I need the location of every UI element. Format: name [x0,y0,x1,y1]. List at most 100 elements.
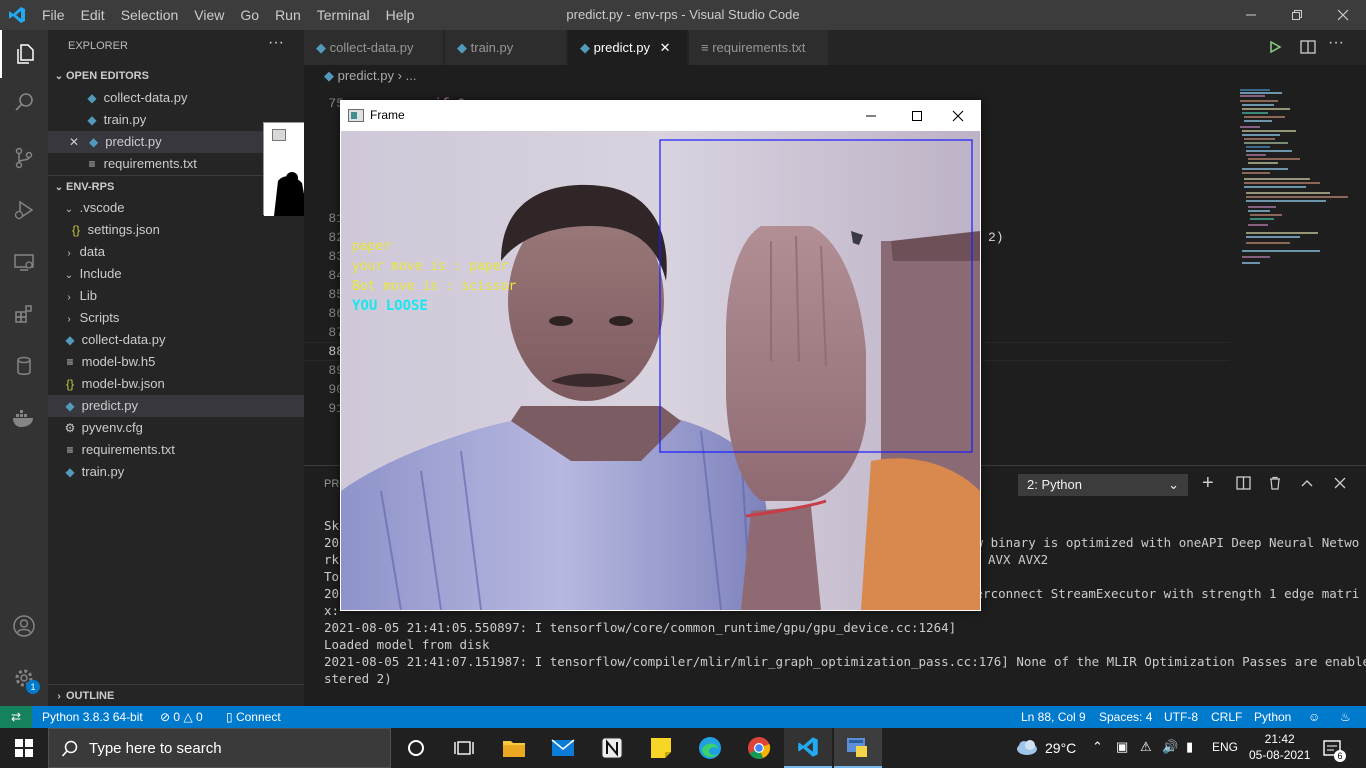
taskbar-search[interactable]: Type here to search [48,728,391,768]
frame-close-button[interactable] [935,100,981,131]
tree-item[interactable]: › Scripts [48,307,304,329]
volume-icon[interactable]: 🔊 [1162,739,1178,755]
language-mode[interactable]: Python [1254,706,1291,728]
line-ending[interactable]: CRLF [1211,706,1242,728]
maximize-panel-button[interactable] [1300,476,1314,490]
terminal-select[interactable]: 2: Python ⌄ [1018,474,1188,496]
run-debug-activity[interactable] [0,186,48,234]
mail-app[interactable] [539,728,587,768]
file-explorer-app[interactable] [490,728,538,768]
menu-run[interactable]: Run [267,7,309,23]
feedback-button[interactable]: ☺ [1308,706,1320,728]
menu-terminal[interactable]: Terminal [309,7,378,23]
tree-item[interactable]: ⌄ Include [48,263,304,285]
notion-app[interactable] [588,728,636,768]
tree-item[interactable]: › Lib [48,285,304,307]
notifications-button[interactable]: ♨ [1340,706,1351,728]
tab-collect-data[interactable]: ◆ collect-data.py [304,30,444,65]
tree-item[interactable]: ◆ train.py [48,461,304,483]
tab-train[interactable]: ◆ train.py [445,30,567,65]
tree-item[interactable]: ⚙ pyvenv.cfg [48,417,304,439]
tray-chevron-up-icon[interactable]: ⌃ [1092,739,1103,755]
close-icon[interactable]: ✕ [660,40,671,55]
close-icon[interactable]: ✕ [66,131,82,153]
status-bar: ⇄ Python 3.8.3 64-bit ⊘ 0 △ 0 ▯ Connect … [0,706,1366,728]
menu-go[interactable]: Go [232,7,267,23]
cortana-button[interactable] [392,728,440,768]
tree-item[interactable]: › data [48,241,304,263]
weather-widget[interactable] [1016,738,1038,756]
frame-maximize-button[interactable] [894,100,940,131]
minimap[interactable] [1230,87,1358,465]
menu-help[interactable]: Help [378,7,423,23]
breadcrumb-rest[interactable]: ... [406,68,417,83]
encoding[interactable]: UTF-8 [1164,706,1198,728]
split-editor-button[interactable] [1300,40,1316,54]
close-panel-button[interactable] [1333,476,1347,490]
breadcrumb-file[interactable]: predict.py [338,68,394,83]
search-icon [12,90,36,114]
split-terminal-button[interactable] [1236,476,1252,490]
clock[interactable]: 21:42 05-08-2021 [1249,732,1310,762]
minimize-button[interactable] [1228,0,1274,30]
tree-item[interactable]: ≡ requirements.txt [48,439,304,461]
open-editor-label: collect-data.py [103,90,188,105]
restore-button[interactable] [1274,0,1320,30]
open-editors-section[interactable]: ⌄ OPEN EDITORS [48,65,304,87]
source-control-activity[interactable] [0,134,48,182]
tree-item[interactable]: {} settings.json [48,219,304,241]
docker-activity[interactable] [0,394,48,442]
remote-indicator[interactable]: ⇄ [0,706,32,728]
action-center-button[interactable]: 6 [1322,738,1346,762]
outline-section[interactable]: › OUTLINE [48,684,304,706]
menu-view[interactable]: View [186,7,232,23]
indentation[interactable]: Spaces: 4 [1099,706,1152,728]
battery-icon[interactable]: ▮ [1186,739,1193,755]
tree-item[interactable]: ≡ model-bw.h5 [48,351,304,373]
tree-item-label: model-bw.json [81,376,165,391]
input-language[interactable]: ENG [1212,740,1238,754]
remote-explorer-activity[interactable] [0,238,48,286]
tray-app-icon[interactable]: ▣ [1116,739,1128,755]
close-window-button[interactable] [1320,0,1366,30]
tree-item[interactable]: ◆ collect-data.py [48,329,304,351]
explorer-activity[interactable] [0,30,48,78]
tree-item-selected[interactable]: ◆ predict.py [48,395,304,417]
task-view-button[interactable] [440,728,488,768]
chrome-app[interactable] [735,728,783,768]
frame-minimize-button[interactable] [848,100,894,131]
python-app[interactable] [834,728,882,768]
sticky-notes-app[interactable] [637,728,685,768]
accounts-activity[interactable] [0,602,48,650]
problems-status[interactable]: ⊘ 0 △ 0 [160,706,203,728]
menu-edit[interactable]: Edit [73,7,113,23]
tree-item-label: settings.json [87,222,160,237]
minimize-icon [866,115,876,116]
tab-predict[interactable]: ◆ predict.py ✕ [568,30,688,65]
close-icon [1334,477,1346,489]
python-interpreter[interactable]: Python 3.8.3 64-bit [42,706,143,728]
new-terminal-button[interactable]: + [1202,473,1214,493]
connect-status[interactable]: ▯ Connect [226,706,281,728]
extensions-activity[interactable] [0,290,48,338]
open-editor-item[interactable]: ◆ collect-data.py [48,87,304,109]
run-file-button[interactable] [1268,40,1282,54]
tree-item[interactable]: {} model-bw.json [48,373,304,395]
edge-app[interactable] [686,728,734,768]
start-button[interactable] [0,728,48,768]
manage-activity[interactable]: 1 [0,654,48,702]
search-activity[interactable] [0,78,48,126]
vscode-app[interactable] [784,728,832,768]
tray-alert-icon[interactable]: ⚠ [1140,739,1152,755]
tab-requirements[interactable]: ≡ requirements.txt [689,30,829,65]
editor-more-button[interactable]: ··· [1328,34,1344,52]
frame-title-bar[interactable]: Frame [340,100,981,131]
menu-selection[interactable]: Selection [113,7,187,23]
database-activity[interactable] [0,342,48,390]
menu-file[interactable]: File [34,7,73,23]
more-actions-button[interactable]: ··· [268,34,284,52]
frame-window[interactable]: Frame paper your move is: paper Bot mov… [340,100,981,611]
kill-terminal-button[interactable] [1268,476,1282,490]
vscode-icon [798,737,818,757]
cursor-position[interactable]: Ln 88, Col 9 [1021,706,1086,728]
